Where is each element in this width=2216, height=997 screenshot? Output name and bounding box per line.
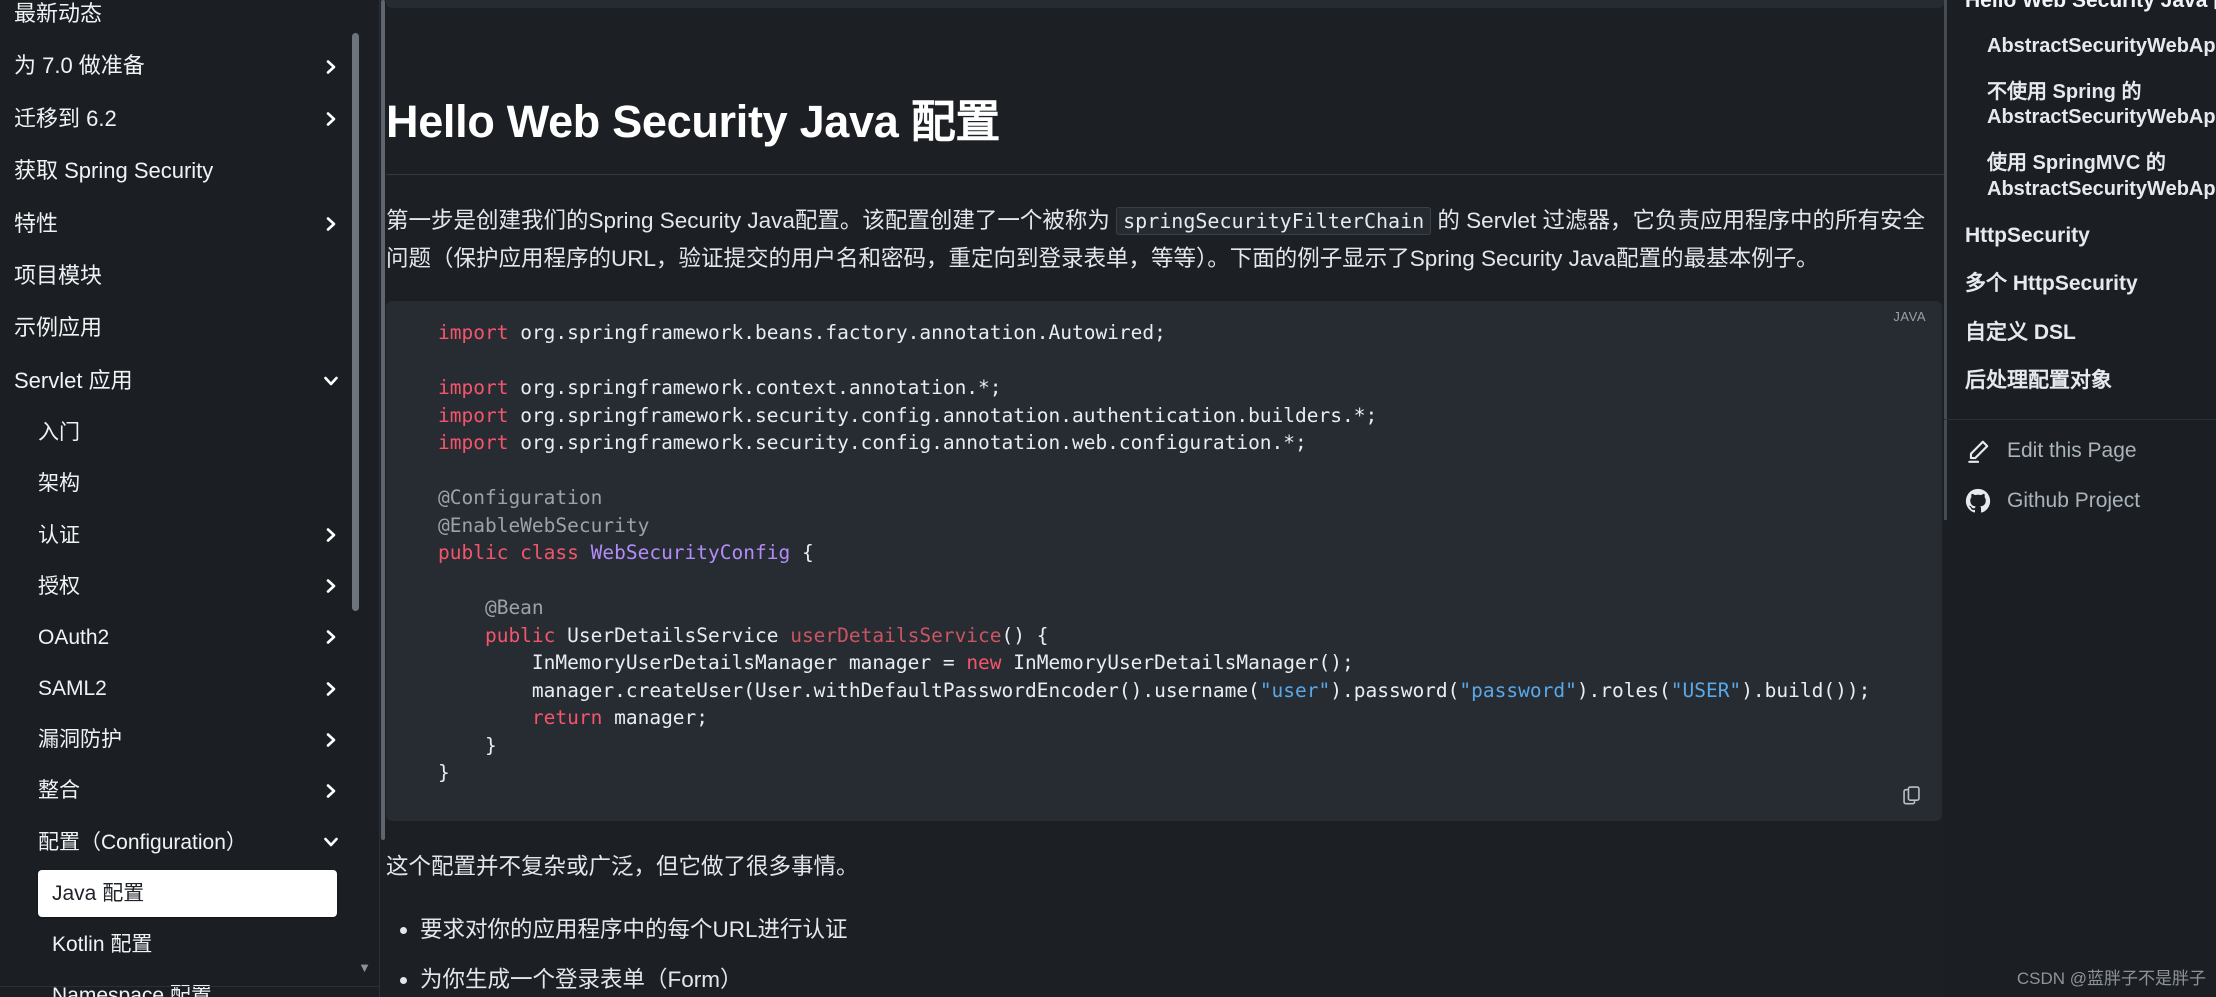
list-item: 为你生成一个登录表单（Form） bbox=[420, 958, 1944, 997]
chevron-right-icon bbox=[323, 681, 339, 697]
toc-sub-item[interactable]: 使用 SpringMVC 的 AbstractSecurityWebApplic… bbox=[1965, 141, 2216, 212]
toc-sub-item[interactable]: AbstractSecurityWebApplicationInitialize… bbox=[1965, 24, 2216, 70]
followup-paragraph: 这个配置并不复杂或广泛，但它做了很多事情。 bbox=[386, 853, 859, 879]
toc-item--dsl[interactable]: 自定义 DSL bbox=[1965, 309, 2216, 357]
sidebar-item-n10[interactable]: 认证 bbox=[0, 510, 379, 561]
toc-link-label: Github Project bbox=[2007, 489, 2141, 513]
toc-item--httpsecurity[interactable]: 多个 HttpSecurity bbox=[1965, 260, 2216, 308]
chevron-right-icon bbox=[323, 732, 339, 748]
sidebar-item-label: 示例应用 bbox=[14, 315, 103, 341]
chevron-down-icon bbox=[323, 834, 339, 850]
feature-bullet-list: 要求对你的应用程序中的每个URL进行认证为你生成一个登录表单（Form） bbox=[386, 908, 1944, 997]
toc-body: Hello Web Security Java 配置 AbstractSecur… bbox=[1944, 0, 2216, 521]
sidebar-item-label: 为 7.0 做准备 bbox=[14, 53, 145, 79]
sidebar-item-java[interactable]: Java 配置 bbox=[38, 869, 337, 917]
sidebar-item-label: 最新动态 bbox=[14, 1, 103, 26]
code-language-label: JAVA bbox=[1893, 309, 1926, 325]
sidebar-item-label: 架构 bbox=[38, 472, 80, 496]
sidebar-item-label: 授权 bbox=[38, 574, 80, 598]
toc-link-label: Edit this Page bbox=[2007, 439, 2137, 463]
sidebar-item-7-0[interactable]: 为 7.0 做准备 bbox=[0, 40, 379, 92]
sidebar-item-label: 认证 bbox=[38, 523, 80, 547]
chevron-right-icon bbox=[323, 783, 339, 799]
chevron-right-icon bbox=[323, 629, 339, 645]
code-content[interactable]: import org.springframework.beans.factory… bbox=[386, 319, 1942, 787]
toc-level1-list: HttpSecurity 多个 HttpSecurity 自定义 DSL 后处理配置对… bbox=[1965, 212, 2216, 405]
clipboard-icon bbox=[1902, 786, 1920, 805]
sidebar-item-label: 整合 bbox=[38, 779, 80, 803]
sidebar-bottom-divider bbox=[0, 986, 379, 987]
sidebar-item-6-2[interactable]: 迁移到 6.2 bbox=[0, 93, 379, 145]
chevron-right-icon bbox=[323, 59, 339, 75]
sidebar-item-label: 特性 bbox=[14, 210, 59, 236]
copy-code-button[interactable] bbox=[1894, 779, 1928, 811]
chevron-right-icon bbox=[323, 527, 339, 543]
sidebar-item-label: Kotlin 配置 bbox=[52, 933, 153, 956]
table-of-contents: Hello Web Security Java 配置 AbstractSecur… bbox=[1944, 0, 2216, 997]
chevron-right-icon bbox=[323, 578, 339, 594]
toc-sub-list: AbstractSecurityWebApplicationInitialize… bbox=[1965, 24, 2216, 212]
sidebar-item-n15[interactable]: 整合 bbox=[0, 765, 379, 816]
inline-code-filter-chain: springSecurityFilterChain bbox=[1116, 206, 1432, 235]
sidebar-item-n0[interactable]: 最新动态 bbox=[0, 0, 379, 40]
sidebar-item-oauth2[interactable]: OAuth2 bbox=[0, 612, 379, 663]
main-content: Hello Web Security Java 配置 第一步是创建我们的Spri… bbox=[386, 0, 1944, 997]
previous-code-block-edge bbox=[386, 0, 1944, 8]
sidebar-navigation: 最新动态为 7.0 做准备 迁移到 6.2 获取 Spring Security 特性… bbox=[0, 0, 380, 997]
sidebar-scrollbar-track[interactable] bbox=[352, 0, 369, 997]
sidebar-item-n11[interactable]: 授权 bbox=[0, 561, 379, 612]
sidebar-item-label: 配置（Configuration） bbox=[38, 830, 247, 854]
sidebar-item-configuration[interactable]: 配置（Configuration） bbox=[0, 817, 379, 868]
sidebar-item-label: Java 配置 bbox=[52, 881, 145, 905]
sidebar-item-n14[interactable]: 漏洞防护 bbox=[0, 714, 379, 765]
toc-sub-item[interactable]: 不使用 Spring 的 AbstractSecurityWebApplicat… bbox=[1965, 70, 2216, 141]
edit-this-page-link[interactable]: Edit this Page bbox=[1965, 420, 2216, 470]
sidebar-item-namespace[interactable]: Namespace 配置 bbox=[0, 970, 379, 997]
sidebar-item-label: 获取 Spring Security bbox=[14, 158, 214, 184]
toc-item-httpsecurity[interactable]: HttpSecurity bbox=[1965, 212, 2216, 260]
documentation-page: 最新动态为 7.0 做准备 迁移到 6.2 获取 Spring Security 特性… bbox=[0, 0, 2216, 997]
watermark-text: CSDN @蓝胖子不是胖子 bbox=[2016, 969, 2206, 988]
sidebar-item-label: 迁移到 6.2 bbox=[14, 105, 117, 131]
sidebar-item-label: Servlet 应用 bbox=[14, 367, 133, 393]
intro-paragraph: 第一步是创建我们的Spring Security Java配置。该配置创建了一个… bbox=[386, 202, 1944, 279]
page-title: Hello Web Security Java 配置 bbox=[386, 96, 1944, 175]
scroll-down-icon[interactable]: ▼ bbox=[358, 960, 371, 975]
article-body: Hello Web Security Java 配置 第一步是创建我们的Spri… bbox=[386, 0, 1944, 997]
sidebar-item-label: OAuth2 bbox=[38, 625, 110, 649]
intro-paragraph-part1: 第一步是创建我们的Spring Security Java配置。该配置创建了一个… bbox=[386, 207, 1110, 233]
sidebar-item-label: 入门 bbox=[38, 421, 80, 445]
github-project-link[interactable]: Github Project bbox=[1965, 470, 2216, 520]
sidebar-item-n6[interactable]: 示例应用 bbox=[0, 302, 379, 354]
sidebar-item-n4[interactable]: 特性 bbox=[0, 198, 379, 250]
sidebar-scrollbar-thumb[interactable] bbox=[352, 33, 359, 611]
sidebar-item-n5[interactable]: 项目模块 bbox=[0, 250, 379, 302]
sidebar-item-saml2[interactable]: SAML2 bbox=[0, 663, 379, 714]
sidebar-item-kotlin[interactable]: Kotlin 配置 bbox=[0, 919, 379, 970]
toc-links: Edit this Page Github Project bbox=[1965, 420, 2216, 520]
sidebar-item-n9[interactable]: 架构 bbox=[0, 458, 379, 509]
sidebar-list: 最新动态为 7.0 做准备 迁移到 6.2 获取 Spring Security 特性… bbox=[0, 0, 379, 997]
code-block: JAVA import org.springframework.beans.fa… bbox=[386, 301, 1942, 821]
chevron-down-icon bbox=[323, 373, 339, 389]
sidebar-item-label: 项目模块 bbox=[14, 262, 103, 288]
toc-active-heading[interactable]: Hello Web Security Java 配置 bbox=[1965, 0, 2216, 24]
toc-item--[interactable]: 后处理配置对象 bbox=[1965, 357, 2216, 405]
sidebar-item-spring-security[interactable]: 获取 Spring Security bbox=[0, 145, 379, 197]
sidebar-item-label: 漏洞防护 bbox=[38, 728, 122, 752]
list-item: 要求对你的应用程序中的每个URL进行认证 bbox=[420, 908, 1944, 952]
chevron-right-icon bbox=[323, 216, 339, 232]
sidebar-item-n8[interactable]: 入门 bbox=[0, 407, 379, 458]
sidebar-item-servlet[interactable]: Servlet 应用 bbox=[0, 355, 379, 407]
sidebar-item-label: SAML2 bbox=[38, 677, 107, 701]
github-icon bbox=[1965, 488, 1991, 514]
chevron-right-icon bbox=[323, 111, 339, 127]
pencil-icon bbox=[1965, 438, 1991, 464]
